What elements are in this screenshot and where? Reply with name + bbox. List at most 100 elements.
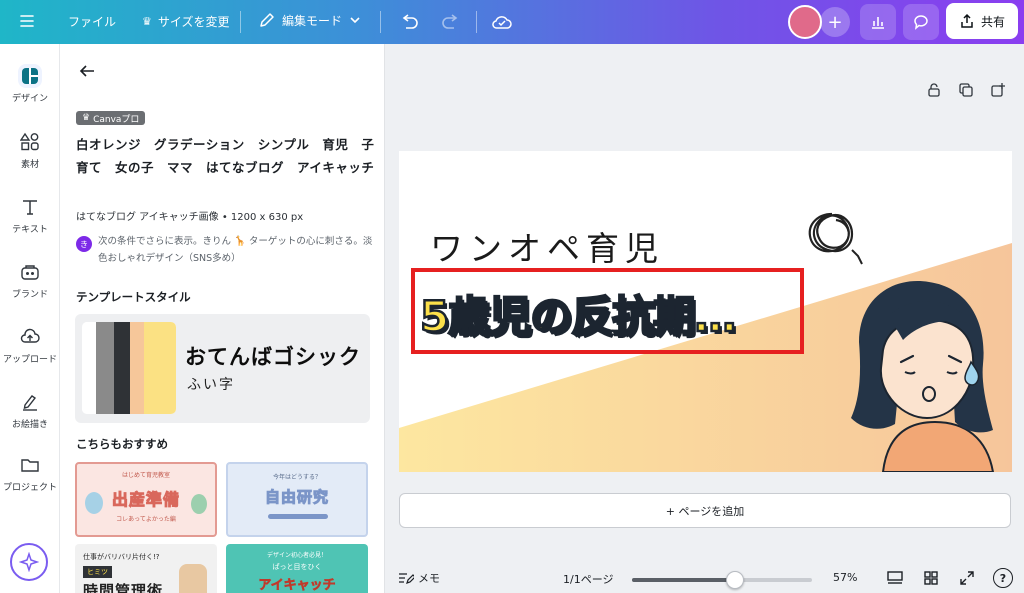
lock-button[interactable] xyxy=(926,82,942,98)
chevron-down-icon xyxy=(350,17,360,24)
mom-character-illustration xyxy=(851,281,995,472)
style-font-sub: ふい字 xyxy=(187,377,235,393)
divider xyxy=(240,11,241,33)
illustration-figure xyxy=(85,492,103,514)
add-page-button[interactable]: + ページを追加 xyxy=(399,493,1011,528)
magic-assistant-button[interactable] xyxy=(10,543,48,581)
divider xyxy=(380,11,381,33)
comment-icon xyxy=(914,15,928,30)
page-indicator[interactable]: 1/1ページ xyxy=(563,571,613,587)
recommended-template[interactable]: はじめて育児教室 出産準備 コレあってよかった編 xyxy=(75,462,217,537)
divider xyxy=(476,11,477,33)
color-swatch xyxy=(144,322,176,414)
rail-item-label: お絵描き xyxy=(11,420,48,430)
notes-label: メモ xyxy=(418,572,440,585)
fullscreen-button[interactable] xyxy=(958,569,976,590)
rail-item-text[interactable]: テキスト xyxy=(0,195,60,235)
notes-button[interactable]: メモ xyxy=(398,570,440,586)
template-style-card[interactable]: おてんばゴシック ふい字 xyxy=(75,314,370,423)
color-swatch xyxy=(130,322,144,414)
rail-item-label: プロジェクト xyxy=(2,483,57,493)
arrow-left-icon xyxy=(79,65,94,77)
recommended-template[interactable]: 仕事がバリバリ片付く!? ヒミツ 時間管理術 xyxy=(75,544,217,593)
undo-button[interactable] xyxy=(398,11,420,37)
canvas-subtitle[interactable]: ワンオペ育児 xyxy=(430,222,664,270)
rail-item-elements[interactable]: 素材 xyxy=(0,130,60,170)
rail-item-brand[interactable]: ブランド xyxy=(0,260,60,300)
top-bar: ファイル ♛ サイズを変更 編集モード + 共有 xyxy=(0,0,1024,44)
rail-item-label: 素材 xyxy=(20,160,39,170)
add-page-icon xyxy=(991,83,1005,97)
back-button[interactable] xyxy=(78,63,96,79)
illustration-figure xyxy=(179,564,207,593)
thumb-small-text: 仕事がバリバリ片付く!? xyxy=(83,553,160,561)
rail-item-uploads[interactable]: アップロード xyxy=(0,325,60,365)
thumb-title: アイキャッチ xyxy=(258,578,336,593)
scribble-doodle xyxy=(808,212,863,265)
color-swatch xyxy=(114,322,130,414)
page-view-icon xyxy=(887,571,903,584)
file-menu-label: ファイル xyxy=(68,15,117,29)
thumb-small-text: はじめて育児教室 xyxy=(121,472,170,479)
comments-button[interactable] xyxy=(903,4,939,40)
rail-item-projects[interactable]: プロジェクト xyxy=(0,453,60,493)
rail-item-label: デザイン xyxy=(11,94,48,104)
recommended-template[interactable]: デザイン初心者必見！ ぱっと目をひく アイキャッチ xyxy=(226,544,368,593)
share-upload-icon xyxy=(961,13,973,28)
bar-chart-icon xyxy=(872,17,884,29)
text-icon xyxy=(18,195,42,219)
brand-icon xyxy=(18,260,42,284)
crown-icon: ♛ xyxy=(142,15,152,28)
edit-mode-label: 編集モード xyxy=(282,13,343,28)
zoom-percentage[interactable]: 57% xyxy=(833,571,857,584)
folder-icon xyxy=(18,453,42,477)
hamburger-icon xyxy=(20,15,34,27)
redo-button[interactable] xyxy=(440,11,462,37)
template-title: 白オレンジ グラデーション シンプル 育児 子育て 女の子 ママ はてなブログ … xyxy=(76,137,375,175)
menu-button[interactable] xyxy=(18,12,36,30)
zoom-slider[interactable] xyxy=(632,571,812,589)
file-menu-button[interactable]: ファイル xyxy=(68,13,116,30)
cloud-save-status[interactable] xyxy=(490,10,514,38)
help-button[interactable]: ? xyxy=(993,568,1013,588)
insights-button[interactable] xyxy=(860,4,896,40)
undo-icon xyxy=(402,14,418,29)
style-font-display: おてんばゴシック xyxy=(185,345,361,369)
duplicate-page-button[interactable] xyxy=(958,82,974,98)
page-view-button[interactable] xyxy=(886,569,904,590)
ai-suggestion[interactable]: き 次の条件でさらに表示。きりん 🦒 ターゲットの心に刺さる。淡色おしゃれデザイ… xyxy=(76,233,374,267)
avatar[interactable] xyxy=(788,5,822,39)
recommended-template[interactable]: 今年はどうする？ 自由研究 xyxy=(226,462,368,537)
draw-icon xyxy=(18,390,42,414)
rail-item-label: アップロード xyxy=(2,355,57,365)
pro-badge-label: Canvaプロ xyxy=(93,114,140,125)
add-page-icon-button[interactable] xyxy=(990,82,1006,98)
rail-item-draw[interactable]: お絵描き xyxy=(0,390,60,430)
color-swatch xyxy=(82,322,96,414)
canvas-headline[interactable]: 5歳児の反抗期… xyxy=(419,283,738,344)
template-meta: はてなブログ アイキャッチ画像 • 1200 x 630 px xyxy=(76,212,304,223)
notes-icon xyxy=(399,573,414,584)
thumb-title: 自由研究 xyxy=(264,488,329,507)
expand-icon xyxy=(960,571,974,585)
thumb-sub: コレあってよかった編 xyxy=(116,516,176,523)
resize-label: サイズを変更 xyxy=(157,15,230,29)
rail-item-label: テキスト xyxy=(12,225,48,235)
invite-button[interactable]: + xyxy=(820,7,850,37)
zoom-slider-handle[interactable] xyxy=(726,571,744,589)
recommend-heading: こちらもおすすめ xyxy=(76,437,168,451)
lock-icon xyxy=(928,83,940,97)
edit-mode-dropdown[interactable]: 編集モード xyxy=(258,11,362,29)
zoom-slider-fill xyxy=(632,578,735,582)
template-detail-panel: ♛ Canvaプロ 白オレンジ グラデーション シンプル 育児 子育て 女の子 … xyxy=(60,44,385,593)
grid-view-button[interactable] xyxy=(922,569,940,590)
thumb-title: 時間管理術 xyxy=(83,582,164,593)
share-button[interactable]: 共有 xyxy=(946,3,1018,39)
resize-button[interactable]: ♛ サイズを変更 xyxy=(142,13,230,30)
thumb-sub: ぱっと目をひく xyxy=(272,563,322,571)
thumb-tag: ヒミツ xyxy=(83,566,112,578)
plus-icon: + xyxy=(827,11,843,33)
share-label: 共有 xyxy=(980,14,1005,29)
illustration-figure xyxy=(191,494,207,514)
rail-item-design[interactable]: デザイン xyxy=(0,64,60,104)
